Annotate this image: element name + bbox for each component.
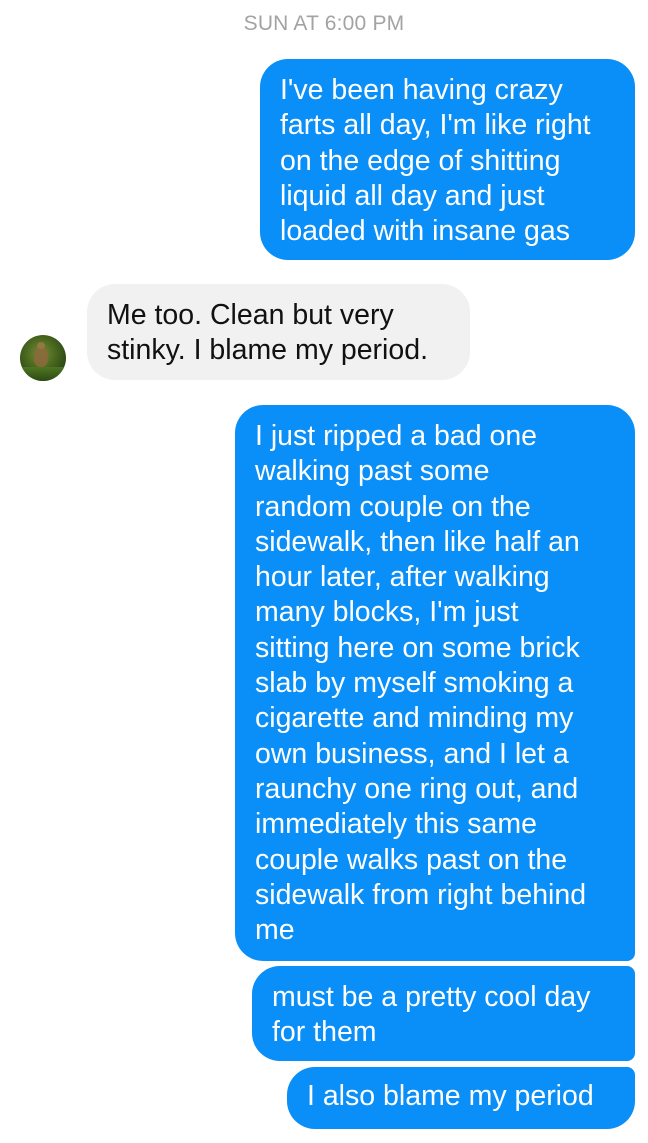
incoming-message-bubble[interactable]: Me too. Clean but very stinky. I blame m… <box>87 284 470 380</box>
avatar-deer <box>34 342 48 367</box>
avatar-grass <box>20 367 66 381</box>
outgoing-message-bubble[interactable]: I just ripped a bad one walking past som… <box>235 405 635 961</box>
outgoing-message-bubble[interactable]: must be a pretty cool day for them <box>252 966 635 1061</box>
outgoing-message-bubble[interactable]: I've been having crazy farts all day, I'… <box>260 59 635 260</box>
message-timestamp: SUN AT 6:00 PM <box>243 12 405 35</box>
contact-avatar[interactable] <box>20 335 66 381</box>
outgoing-message-bubble[interactable]: I also blame my period <box>287 1067 635 1129</box>
